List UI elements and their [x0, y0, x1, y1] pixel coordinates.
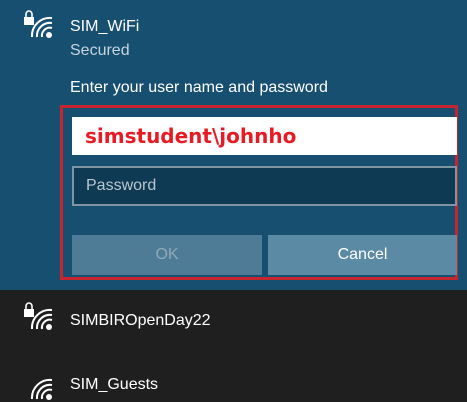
password-field[interactable]: Password [72, 166, 457, 206]
cancel-button[interactable]: Cancel [268, 235, 457, 275]
network-name: SIM_Guests [70, 376, 159, 393]
username-field[interactable]: simstudent\johnho [72, 117, 457, 155]
network-name: SIMBIROpenDay22 [70, 312, 211, 329]
login-prompt: Enter your user name and password [70, 79, 328, 96]
secured-wifi-icon [22, 302, 56, 332]
list-item[interactable]: SIMBIROpenDay22 [0, 290, 467, 350]
selected-network-panel: SIM_WiFi Secured Enter your user name an… [0, 0, 467, 290]
ok-button[interactable]: OK [72, 235, 262, 275]
wifi-icon [22, 372, 56, 402]
network-status: Secured [70, 42, 130, 59]
secured-wifi-icon [22, 10, 56, 40]
network-name: SIM_WiFi [70, 18, 140, 35]
list-item[interactable]: SIM_Guests [0, 350, 467, 400]
